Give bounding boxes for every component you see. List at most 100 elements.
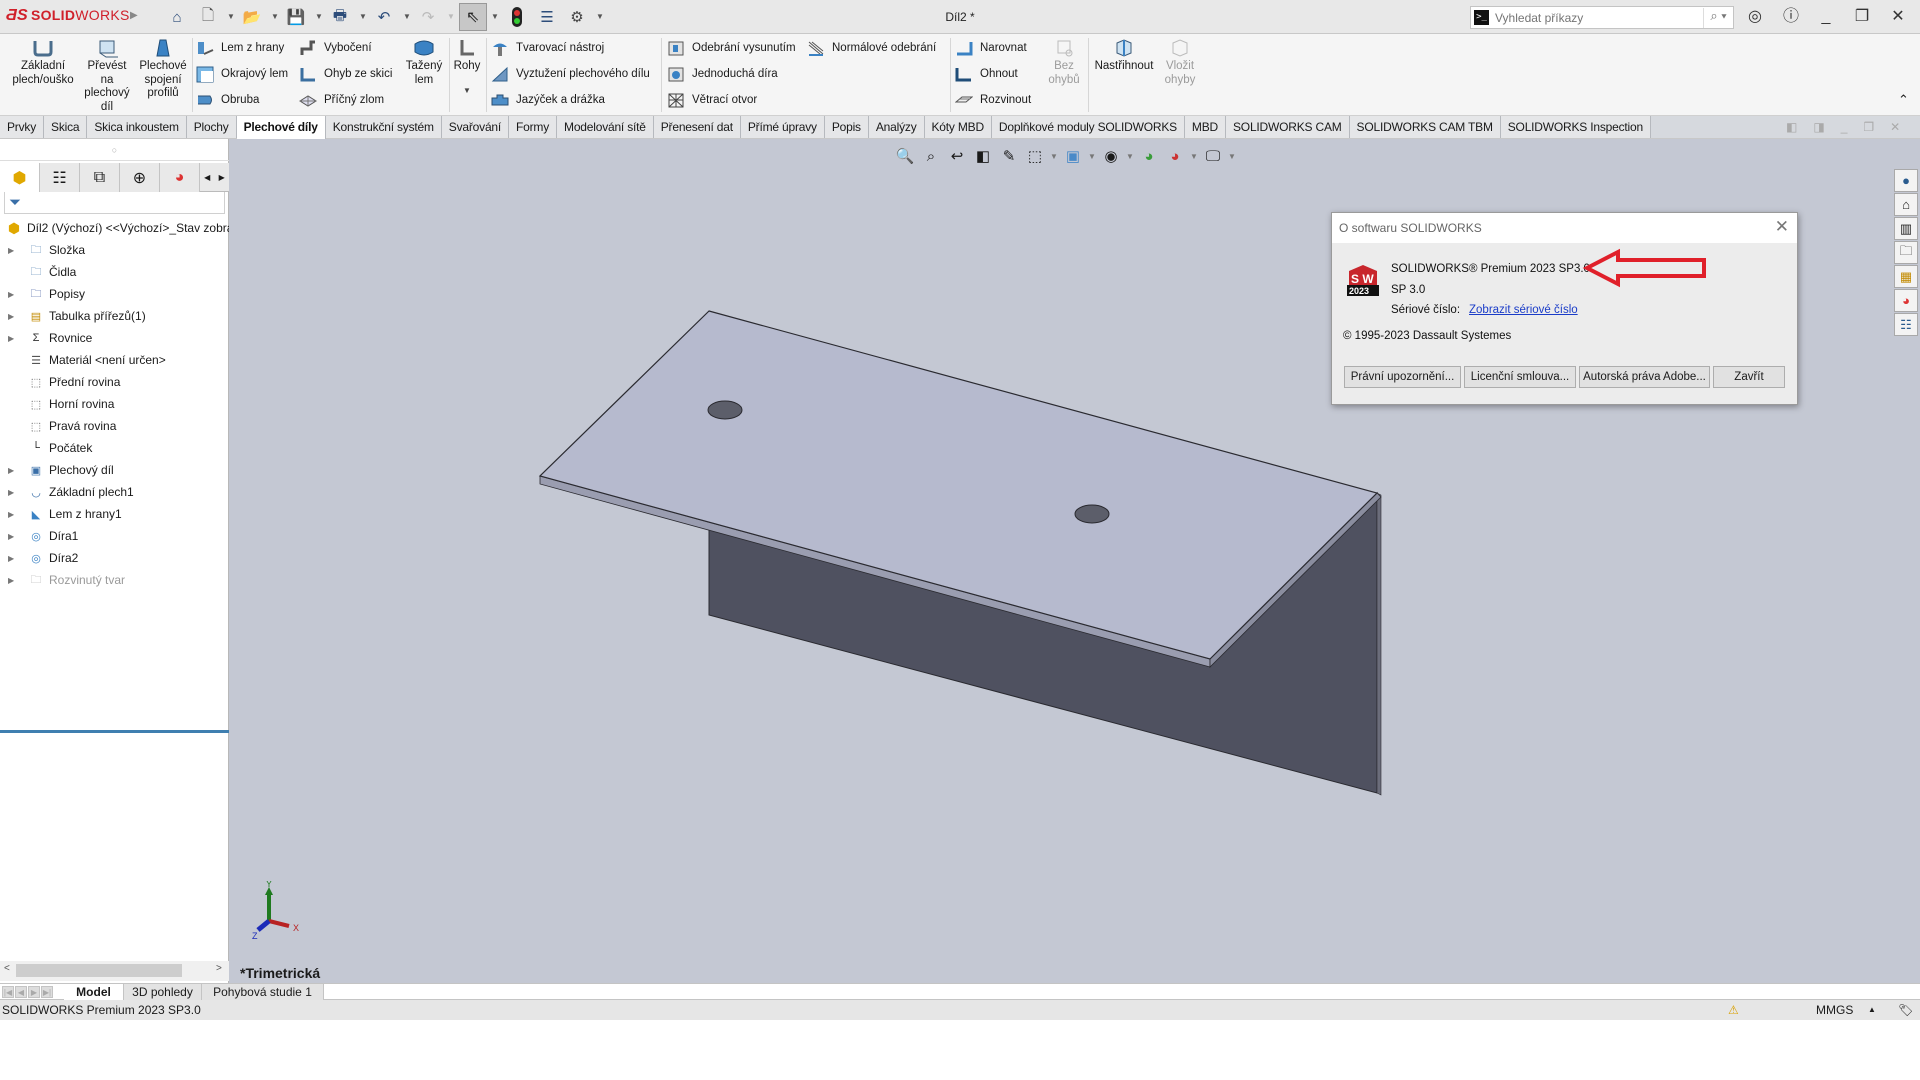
tree-item[interactable]: ⬚ Horní rovina xyxy=(0,393,229,415)
print-icon[interactable]: 🖶 xyxy=(329,6,351,28)
sheet-metal-gusset-button[interactable]: Vyztužení plechového dílu xyxy=(491,63,650,85)
extruded-cut-button[interactable]: Odebrání vysunutím xyxy=(667,37,796,59)
collapse-ribbon-icon[interactable]: ⌃ xyxy=(1898,92,1909,108)
prev-tab-icon[interactable]: ◀ xyxy=(15,986,27,998)
miter-flange-button[interactable]: Okrajový lem xyxy=(196,63,288,85)
file-explorer-icon[interactable]: 🗀 xyxy=(1894,241,1918,264)
minimize-button[interactable]: _ xyxy=(1813,5,1839,29)
convert-to-sheet-metal-button[interactable]: Převést na plechový díl xyxy=(84,38,130,114)
tab-doplňkové-moduly-solidworks[interactable]: Doplňkové moduly SOLIDWORKS xyxy=(991,116,1185,138)
tab-kóty-mbd[interactable]: Kóty MBD xyxy=(924,116,992,138)
doc-minimize-icon[interactable]: _ xyxy=(1841,120,1848,134)
tree-item[interactable]: ▶ ◡ Základní plech1 xyxy=(0,481,229,503)
expand-arrow-icon[interactable]: ▶ xyxy=(8,290,20,299)
lofted-bend-button[interactable]: Plechové spojení profilů xyxy=(136,38,190,101)
tab-modelování-sítě[interactable]: Modelování sítě xyxy=(557,116,654,138)
print-dropdown-icon[interactable]: ▼ xyxy=(359,12,367,21)
hem-button[interactable]: Obruba xyxy=(196,89,259,111)
legal-notices-button[interactable]: Právní upozornění... xyxy=(1344,366,1461,388)
redo-dropdown-icon[interactable]: ▼ xyxy=(447,12,455,21)
panel-horizontal-scrollbar[interactable]: < > xyxy=(0,961,229,981)
save-icon[interactable]: 💾 xyxy=(285,6,307,28)
expand-arrow-icon[interactable]: ▶ xyxy=(8,554,20,563)
tree-item[interactable]: ▶ ▣ Plechový díl xyxy=(0,459,229,481)
rebuild-warning-icon[interactable]: ⚠ xyxy=(1728,1000,1739,1020)
tab-plechové-díly[interactable]: Plechové díly xyxy=(236,116,326,139)
next-tab-icon[interactable]: ▶ xyxy=(28,986,40,998)
tab-scroll-left-icon[interactable]: ◀ xyxy=(204,173,210,182)
appearances-icon[interactable]: ◕ xyxy=(1894,289,1918,312)
tree-item[interactable]: ▶ 🗀 Popisy xyxy=(0,283,229,305)
fold-button[interactable]: Ohnout xyxy=(955,63,1018,85)
tree-item[interactable]: ⬚ Pravá rovina xyxy=(0,415,229,437)
doc-close-icon[interactable]: ✕ xyxy=(1890,120,1900,134)
tree-item[interactable]: ▶ ▤ Tabulka přířezů(1) xyxy=(0,305,229,327)
search-icon[interactable]: ⌕ ▾ xyxy=(1703,8,1733,28)
tab-model[interactable]: Model xyxy=(64,984,124,1000)
expand-arrow-icon[interactable]: ▶ xyxy=(8,312,20,321)
options-gear-icon[interactable]: ⚙ xyxy=(566,6,588,28)
tab-přenesení-dat[interactable]: Přenesení dat xyxy=(653,116,741,138)
tree-item[interactable]: ▶ Σ Rovnice xyxy=(0,327,229,349)
tree-item[interactable]: ▶ 🗀 Rozvinutý tvar xyxy=(0,569,229,591)
show-serial-link[interactable]: Zobrazit sériové číslo xyxy=(1469,304,1578,316)
undo-dropdown-icon[interactable]: ▼ xyxy=(403,12,411,21)
units-selector[interactable]: MMGS xyxy=(1816,1000,1853,1020)
undo-icon[interactable]: ↶ xyxy=(373,6,395,28)
license-agreement-button[interactable]: Licenční smlouva... xyxy=(1464,366,1576,388)
open-dropdown-icon[interactable]: ▼ xyxy=(271,12,279,21)
feature-manager-tab[interactable]: ⬢ xyxy=(0,163,40,192)
vent-button[interactable]: Větrací otvor xyxy=(667,89,757,111)
help-icon[interactable]: ⓘ xyxy=(1778,5,1804,29)
expand-arrow-icon[interactable]: ▶ xyxy=(8,510,20,519)
solidworks-logo[interactable]: ƋS SOLIDWORKS xyxy=(6,7,130,25)
rollback-bar[interactable] xyxy=(0,730,229,733)
tree-item[interactable]: ⬚ Přední rovina xyxy=(0,371,229,393)
tab-3d-views[interactable]: 3D pohledy xyxy=(124,984,202,1000)
custom-properties-icon[interactable]: ☷ xyxy=(1894,313,1918,336)
tab-solidworks-cam[interactable]: SOLIDWORKS CAM xyxy=(1226,116,1350,138)
expand-arrow-icon[interactable]: ▶ xyxy=(8,246,20,255)
base-flange-button[interactable]: Základní plech/ouško xyxy=(8,38,78,87)
expand-arrow-icon[interactable]: ▶ xyxy=(8,488,20,497)
flatten-button[interactable]: Rozvinout xyxy=(955,89,1031,111)
property-manager-tab[interactable]: ☷ xyxy=(40,163,80,192)
sketched-bend-button[interactable]: Ohyb ze skici xyxy=(299,63,392,85)
dialog-close-icon[interactable]: ✕ xyxy=(1775,217,1789,237)
user-icon[interactable]: ◎ xyxy=(1742,5,1768,29)
scrollbar-thumb[interactable] xyxy=(16,964,182,977)
edge-flange-button[interactable]: Lem z hrany xyxy=(196,37,284,59)
simple-hole-button[interactable]: Jednoduchá díra xyxy=(667,63,778,85)
swept-flange-button[interactable]: Tažený lem xyxy=(402,38,446,87)
first-tab-icon[interactable]: |◀ xyxy=(2,986,14,998)
redo-icon[interactable]: ↷ xyxy=(417,6,439,28)
tree-item[interactable]: ▶ 🗀 Složka xyxy=(0,239,229,261)
display-manager-tab[interactable]: ◕ xyxy=(160,163,200,192)
tab-solidworks-inspection[interactable]: SOLIDWORKS Inspection xyxy=(1500,116,1651,138)
adobe-copyright-button[interactable]: Autorská práva Adobe... xyxy=(1579,366,1710,388)
restore-button[interactable]: ❐ xyxy=(1849,5,1875,29)
corners-dropdown-icon[interactable]: ▼ xyxy=(452,84,482,98)
forming-tool-button[interactable]: Tvarovací nástroj xyxy=(491,37,604,59)
tab-prvky[interactable]: Prvky xyxy=(0,116,45,138)
tree-item[interactable]: └ Počátek xyxy=(0,437,229,459)
cross-break-button[interactable]: Příčný zlom xyxy=(299,89,384,111)
open-icon[interactable]: 📂 xyxy=(241,6,263,28)
tab-svařování[interactable]: Svařování xyxy=(441,116,510,138)
tab-mbd[interactable]: MBD xyxy=(1184,116,1226,138)
tab-scroll-arrows[interactable]: ◀ ▶ xyxy=(200,163,229,191)
tree-item[interactable]: ▶ ◎ Díra2 xyxy=(0,547,229,569)
menu-expand-arrow[interactable]: ▶ xyxy=(130,10,138,21)
close-button[interactable]: ✕ xyxy=(1885,5,1911,29)
save-dropdown-icon[interactable]: ▼ xyxy=(315,12,323,21)
tab-plochy[interactable]: Plochy xyxy=(186,116,237,138)
options-dropdown-icon[interactable]: ▼ xyxy=(596,12,604,21)
tab-solidworks-cam-tbm[interactable]: SOLIDWORKS CAM TBM xyxy=(1349,116,1501,138)
configuration-manager-tab[interactable]: ⧉ xyxy=(80,163,120,192)
command-search[interactable]: >_ ⌕ ▾ xyxy=(1470,6,1734,29)
select-button[interactable]: ⇖ xyxy=(459,3,487,31)
tree-item[interactable]: ▶ ◣ Lem z hrany1 xyxy=(0,503,229,525)
scroll-right-icon[interactable]: > xyxy=(216,963,222,974)
dimxpert-tab[interactable]: ⊕ xyxy=(120,163,160,192)
doc-restore-icon[interactable]: ❐ xyxy=(1863,120,1874,134)
